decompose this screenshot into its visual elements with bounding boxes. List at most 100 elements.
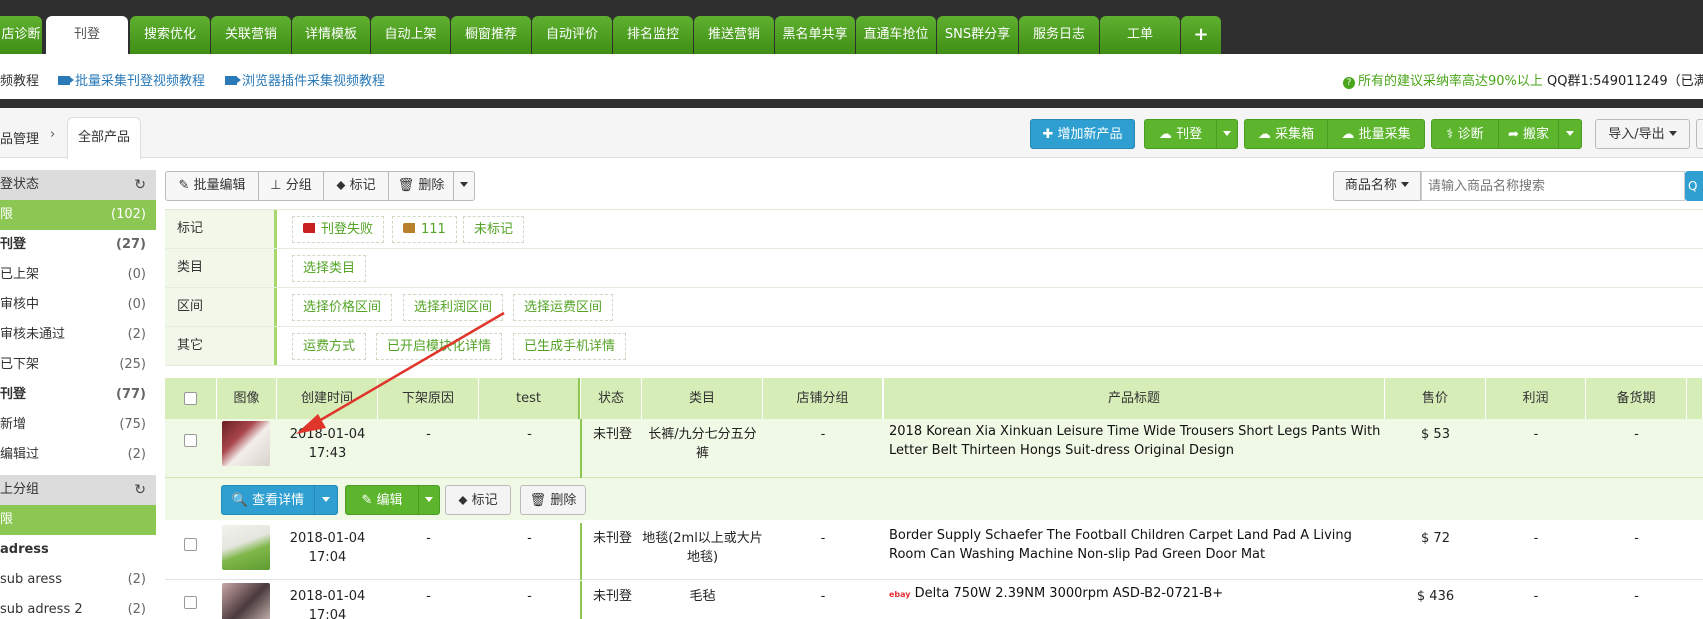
move-button[interactable]: ➦ 搬家 [1498,119,1559,149]
row-mark-button[interactable]: ⬥ 标记 [445,485,511,515]
sidebar-item-sub-aress[interactable]: sub aress (2) [0,565,156,595]
refresh-icon[interactable]: ↻ [134,475,146,505]
tab-ad-position[interactable]: 直通车抢位 [856,16,936,54]
product-thumbnail[interactable] [222,421,270,466]
product-thumbnail[interactable] [222,583,270,619]
collect-box-button[interactable]: ☁ 采集箱 [1244,119,1328,149]
tab-search-optimize[interactable]: 搜索优化 [130,16,210,54]
tab-auto-listing[interactable]: 自动上架 [371,16,450,54]
plugin-collect-video-link[interactable]: 浏览器插件采集视频教程 [225,70,385,89]
add-product-button[interactable]: ✚ 增加新产品 [1030,119,1135,149]
price: $ 53 [1421,427,1450,442]
filter-chip-111[interactable]: 111 [392,216,457,243]
row-checkbox[interactable] [184,596,197,609]
tab-blacklist-share[interactable]: 黑名单共享 [775,16,855,54]
sidebar-item-delisted[interactable]: 已下架 (25) [0,350,156,380]
edit-button[interactable]: ✎ 编辑 [345,485,419,515]
filter-chip-shipping-method[interactable]: 运费方式 [292,333,367,360]
ebay-icon: ebay [889,590,911,599]
sidebar-item-review-failed[interactable]: 审核未通过 (2) [0,320,156,350]
header-image: 图像 [217,378,277,419]
filter-label: 类目 [165,249,277,287]
sidebar-item-all-status[interactable]: 限 (102) [0,200,156,230]
sidebar-item-published[interactable]: 刊登 (27) [0,230,156,260]
tab-label: 橱窗推荐 [464,27,517,42]
sidebar-item-unpublished[interactable]: 刊登 (77) [0,380,156,410]
group-button[interactable]: ⊥ 分组 [258,171,324,201]
product-thumbnail[interactable] [222,525,270,570]
delete-button[interactable]: 🗑 删除 [388,171,454,201]
tab-related-marketing[interactable]: 关联营销 [211,16,291,54]
filter-chip-shipping-range[interactable]: 选择运费区间 [513,294,614,321]
breadcrumb: 品管理 › 全部产品 ✚ 增加新产品 ☁ 刊登 ☁ 采集箱 ☁ 批量采集 ⚕ 诊… [0,108,1703,159]
tab-service-log[interactable]: 服务日志 [1019,16,1099,54]
edit-dropdown[interactable] [418,485,440,515]
more-button[interactable] [1696,119,1703,149]
batch-collect-button[interactable]: ☁ 批量采集 [1327,119,1425,149]
header-price[interactable]: 售价 [1385,378,1486,419]
tab-auto-review[interactable]: 自动评价 [532,16,612,54]
batch-collect-video-link[interactable]: 批量采集刊登视频教程 [58,70,205,89]
tab-shop-diagnosis[interactable]: 店诊断 [0,16,42,54]
table-row[interactable]: 2018-01-04 17:43 - - 未刊登 长裤/九分七分五分裤 - 20… [165,419,1703,520]
sidebar-item-adress[interactable]: adress [0,535,156,565]
mark-button[interactable]: ⬥ 标记 [323,171,389,201]
plus-icon: ✚ [1042,127,1054,142]
shop-group: - [820,531,826,546]
publish-button[interactable]: ☁ 刊登 [1144,119,1217,149]
search-input[interactable] [1421,171,1685,201]
product-title[interactable]: Border Supply Schaefer The Football Chil… [889,526,1381,564]
header-created-time[interactable]: 创建时间 [277,378,378,419]
tab-window-recommend[interactable]: 橱窗推荐 [451,16,531,54]
publish-dropdown-button[interactable] [1216,119,1238,149]
created-time: 2018-01-04 17:43 [289,427,366,461]
filter-chip-mobile-detail[interactable]: 已生成手机详情 [513,333,627,360]
video-tutorial-link[interactable]: 频教程 [0,70,39,89]
search-field-select[interactable]: 商品名称 [1333,171,1421,201]
filter-chip-modular-detail[interactable]: 已开启模块化详情 [376,333,503,360]
sidebar-item-reviewing[interactable]: 审核中 (0) [0,290,156,320]
batch-edit-button[interactable]: ✎ 批量编辑 [165,171,259,201]
sidebar-item-new[interactable]: 新增 (75) [0,410,156,440]
filter-chip-select-category[interactable]: 选择类目 [292,255,367,282]
tab-push-marketing[interactable]: 推送营销 [694,16,774,54]
tab-publish[interactable]: 刊登 [46,16,128,54]
view-detail-dropdown[interactable] [314,485,338,515]
share-icon: ➦ [1507,127,1519,142]
tab-add[interactable]: + [1181,16,1221,54]
tab-work-order[interactable]: 工单 [1100,16,1180,54]
sidebar-item-all-groups[interactable]: 限 [0,505,156,535]
sidebar-item-listed[interactable]: 已上架 (0) [0,260,156,290]
header-profit[interactable]: 利润 [1486,378,1586,419]
filter-chip-unmarked[interactable]: 未标记 [463,216,525,243]
product-title[interactable]: ebay Delta 750W 2.39NM 3000rpm ASD-B2-07… [889,584,1381,604]
filter-chip-price-range[interactable]: 选择价格区间 [292,294,393,321]
diagnose-button[interactable]: ⚕ 诊断 [1431,119,1499,149]
toolbar-dropdown-button[interactable] [453,171,475,201]
breadcrumb-parent[interactable]: 品管理 [0,128,39,147]
product-title[interactable]: 2018 Korean Xia Xinkuan Leisure Time Wid… [889,422,1381,460]
tab-detail-template[interactable]: 详情模板 [292,16,370,54]
status-badge: 未刊登 [592,427,632,442]
filter-chip-publish-failed[interactable]: 刊登失败 [292,216,385,243]
view-detail-button[interactable]: 🔍 查看详情 [221,485,315,515]
select-all-checkbox[interactable] [184,392,197,405]
row-delete-button[interactable]: 🗑 删除 [520,485,586,515]
import-export-button[interactable]: 导入/导出 [1595,119,1690,149]
sidebar-item-sub-adress-2[interactable]: sub adress 2 (2) [0,595,156,619]
tab-all-products[interactable]: 全部产品 [67,117,141,159]
filter-chip-profit-range[interactable]: 选择利润区间 [403,294,504,321]
tab-label: 黑名单共享 [782,27,848,42]
tab-rank-monitor[interactable]: 排名监控 [613,16,693,54]
test-value: - [527,427,532,442]
table-row[interactable]: 2018-01-04 17:04 - - 未刊登 毛毡 - ebay Delta… [165,581,1703,619]
sidebar-item-edited[interactable]: 编辑过 (2) [0,440,156,470]
tab-sns-share[interactable]: SNS群分享 [937,16,1018,54]
row-checkbox[interactable] [184,538,197,551]
refresh-icon[interactable]: ↻ [134,170,146,200]
move-dropdown-button[interactable] [1558,119,1582,149]
profit: - [1533,427,1539,442]
search-button[interactable]: Q [1685,171,1703,201]
table-row[interactable]: 2018-01-04 17:04 - - 未刊登 地毯(2ml以上或大片地毯) … [165,523,1703,580]
row-checkbox[interactable] [184,434,197,447]
